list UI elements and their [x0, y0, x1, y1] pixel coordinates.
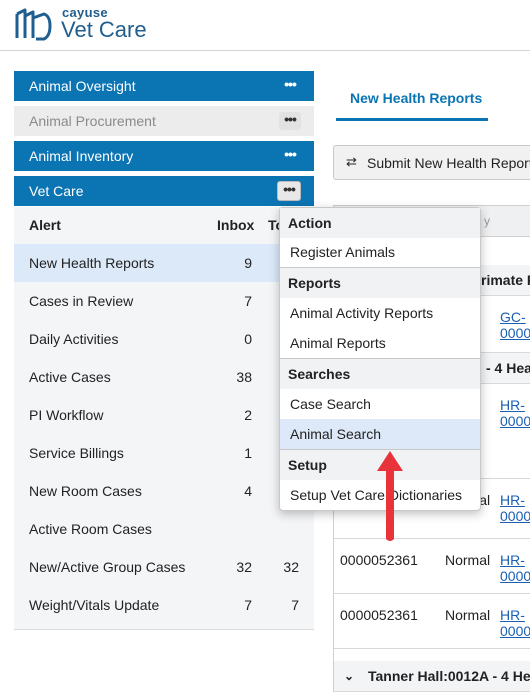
- report-link[interactable]: HR- 0000: [500, 492, 530, 524]
- section-label: Vet Care: [29, 183, 84, 199]
- table-row[interactable]: 0000052361 Normal HR- 0000: [334, 538, 530, 594]
- alert-row[interactable]: Daily Activities 0 8: [14, 320, 314, 358]
- tab-label: New Health Reports: [350, 90, 483, 106]
- app-header: cayuse Vet Care: [0, 0, 530, 51]
- menu-header-reports: Reports: [280, 268, 480, 298]
- menu-header-searches: Searches: [280, 359, 480, 389]
- link-line: HR-: [500, 397, 525, 413]
- alert-name: Service Billings: [29, 445, 124, 461]
- link-line: GC-: [500, 309, 526, 325]
- alert-row[interactable]: PI Workflow 2: [14, 396, 314, 434]
- alert-row[interactable]: Cases in Review 7: [14, 282, 314, 320]
- group-row[interactable]: ⌄ Tanner Hall:0012A - 4 Hea: [334, 661, 530, 692]
- section-label: Animal Procurement: [29, 113, 156, 129]
- column-header-inbox[interactable]: Inbox: [217, 217, 254, 233]
- inbox-count: 2: [244, 407, 252, 423]
- grid-header-label: y: [484, 214, 490, 228]
- inbox-count: 38: [236, 369, 252, 385]
- inbox-count: 7: [244, 293, 252, 309]
- alert-row[interactable]: New Room Cases 4: [14, 472, 314, 510]
- report-link[interactable]: HR- 0000: [500, 397, 530, 429]
- link-line: HR-: [500, 607, 525, 623]
- alert-name: New/Active Group Cases: [29, 559, 186, 575]
- report-link[interactable]: HR- 0000: [500, 552, 530, 584]
- menu-item-label: Animal Activity Reports: [290, 305, 434, 321]
- status: Normal: [445, 607, 491, 623]
- group-label: - 4 Heal: [486, 360, 530, 376]
- link-line: 0000: [500, 623, 530, 639]
- alert-row[interactable]: New/Active Group Cases 32 32: [14, 548, 314, 586]
- inbox-count: 1: [244, 445, 252, 461]
- total-count: 7: [291, 597, 299, 613]
- section-animal-inventory[interactable]: Animal Inventory •••: [14, 141, 314, 171]
- menu-item-animal-reports[interactable]: Animal Reports: [280, 328, 480, 358]
- section-animal-procurement[interactable]: Animal Procurement •••: [14, 106, 314, 136]
- tab-new-health-reports[interactable]: New Health Reports: [336, 88, 488, 121]
- alert-name: Active Room Cases: [29, 521, 152, 537]
- menu-item-animal-activity-reports[interactable]: Animal Activity Reports: [280, 298, 480, 328]
- alert-row[interactable]: New Health Reports 9: [14, 244, 314, 282]
- alert-row[interactable]: Active Room Cases: [14, 510, 314, 548]
- red-arrow-icon: [377, 451, 403, 541]
- menu-item-label: Register Animals: [290, 244, 396, 260]
- section-label: Animal Oversight: [29, 78, 136, 94]
- menu-item-label: Animal Search: [290, 426, 382, 442]
- more-options-button[interactable]: •••: [277, 181, 301, 201]
- status: Normal: [445, 552, 491, 568]
- section-vet-care[interactable]: Vet Care •••: [14, 176, 314, 206]
- alert-name: Weight/Vitals Update: [29, 597, 160, 613]
- report-link[interactable]: GC- 0000: [500, 309, 530, 341]
- menu-item-label: Animal Reports: [290, 335, 386, 351]
- menu-item-case-search[interactable]: Case Search: [280, 389, 480, 419]
- group-label: rimate R: [481, 272, 530, 288]
- link-line: 0000: [500, 325, 530, 341]
- animal-id: 0000052361: [340, 552, 418, 568]
- submit-new-health-report-button[interactable]: ⇄ Submit New Health Report: [333, 145, 530, 180]
- link-line: HR-: [500, 492, 525, 508]
- alert-name: New Room Cases: [29, 483, 142, 499]
- animal-id: 0000052361: [340, 607, 418, 623]
- alert-row[interactable]: Service Billings 1: [14, 434, 314, 472]
- menu-header-action: Action: [280, 208, 480, 238]
- menu-header-label: Searches: [288, 366, 351, 382]
- alert-name: Cases in Review: [29, 293, 134, 309]
- alert-row[interactable]: Active Cases 38: [14, 358, 314, 396]
- link-line: 0000: [500, 413, 530, 429]
- link-line: 0000: [500, 568, 530, 584]
- inbox-count: 7: [244, 597, 252, 613]
- brand-name: Vet Care: [61, 17, 147, 42]
- inbox-count: 4: [244, 483, 252, 499]
- inbox-count: 9: [244, 255, 252, 271]
- section-label: Animal Inventory: [29, 148, 134, 164]
- menu-item-register-animals[interactable]: Register Animals: [280, 237, 480, 267]
- section-animal-oversight[interactable]: Animal Oversight •••: [14, 71, 314, 101]
- menu-item-label: Case Search: [290, 396, 371, 412]
- report-link[interactable]: HR- 0000: [500, 607, 530, 639]
- chevron-down-icon[interactable]: ⌄: [344, 669, 354, 683]
- total-count: 32: [283, 559, 299, 575]
- transfer-icon: ⇄: [346, 154, 357, 169]
- more-options-button[interactable]: •••: [279, 112, 301, 130]
- vet-care-alert-table: Alert Inbox To New Health Reports 9 Case…: [14, 207, 314, 630]
- alert-name: Daily Activities: [29, 331, 119, 347]
- more-options-button[interactable]: •••: [279, 77, 301, 95]
- more-options-button[interactable]: •••: [279, 147, 301, 165]
- alert-name: Active Cases: [29, 369, 111, 385]
- alert-name: PI Workflow: [29, 407, 104, 423]
- inbox-count: 32: [236, 559, 252, 575]
- menu-header-label: Action: [288, 215, 332, 231]
- link-line: HR-: [500, 552, 525, 568]
- inbox-count: 0: [244, 331, 252, 347]
- group-label: Tanner Hall:0012A - 4 Hea: [368, 668, 530, 684]
- menu-header-label: Reports: [288, 275, 341, 291]
- cayuse-logo-icon[interactable]: [14, 8, 54, 44]
- column-header-alert[interactable]: Alert: [29, 217, 61, 233]
- link-line: 0000: [500, 508, 530, 524]
- menu-header-label: Setup: [288, 457, 327, 473]
- table-row[interactable]: 0000052361 Normal HR- 0000: [334, 593, 530, 649]
- alert-name: New Health Reports: [29, 255, 155, 271]
- alert-row[interactable]: Weight/Vitals Update 7 7: [14, 586, 314, 624]
- submit-button-label: Submit New Health Report: [367, 155, 530, 171]
